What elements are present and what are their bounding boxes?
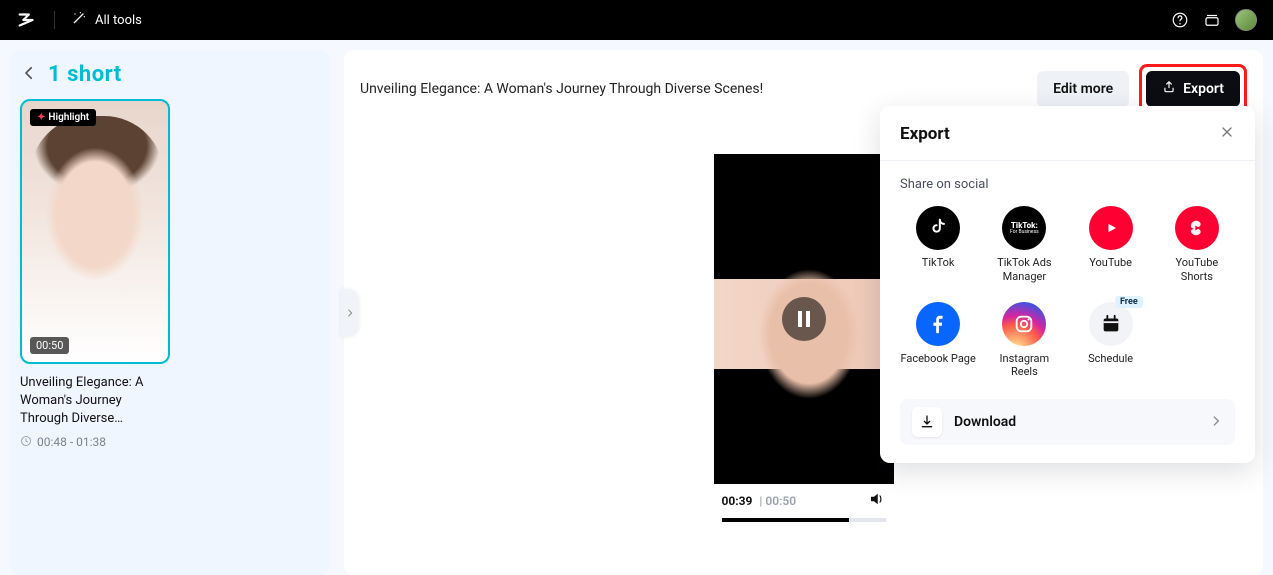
clip-card[interactable]: Highlight 00:50 Unveiling Elegance: A Wo… [20,99,170,450]
total-time: 00:50 [765,494,796,508]
export-button[interactable]: Export [1146,71,1240,107]
chevron-right-icon [1209,413,1223,432]
avatar[interactable] [1235,9,1257,31]
download-icon [912,407,942,437]
close-icon[interactable] [1219,124,1235,144]
volume-icon[interactable] [868,490,886,512]
pause-icon [798,311,810,327]
sidebar-header: 1 short [20,62,320,87]
clock-icon [20,435,32,450]
back-button[interactable] [20,64,38,86]
short-count: 1 short [48,62,122,87]
duration-badge: 00:50 [30,337,69,354]
facebook-icon [916,302,960,346]
export-panel: Export Share on social TikTok TikTok: [880,106,1255,463]
divider [54,11,55,29]
download-label: Download [954,414,1197,430]
tiktok-ads-icon: TikTok: For Business [1002,206,1046,250]
time-display: 00:39 | 00:50 [722,494,797,508]
magic-wand-icon [71,10,87,30]
progress-fill [722,518,850,522]
divider [880,160,1255,161]
youtube-icon [1089,206,1133,250]
export-icon [1162,80,1176,98]
sidebar: 1 short Highlight 00:50 Unveiling Elegan… [10,50,330,575]
app-logo[interactable] [16,9,38,31]
clip-thumbnail[interactable]: Highlight 00:50 [20,99,170,364]
edit-more-button[interactable]: Edit more [1037,71,1129,107]
clip-title: Unveiling Elegance: A Woman's Journey Th… [20,374,170,429]
share-facebook[interactable]: Facebook Page [900,302,976,380]
instagram-icon [1002,302,1046,346]
video-canvas[interactable] [714,154,894,484]
highlight-badge: Highlight [30,109,96,126]
clip-range-text: 00:48 - 01:38 [37,435,106,449]
share-on-social-label: Share on social [900,177,1235,192]
export-label: Export [1183,81,1224,97]
export-panel-title: Export [900,124,950,144]
help-icon[interactable] [1171,11,1189,29]
export-panel-header: Export [900,124,1235,144]
share-tiktok[interactable]: TikTok [900,206,976,284]
tiktok-icon [916,206,960,250]
share-youtube[interactable]: YouTube [1073,206,1149,284]
calendar-icon [1089,302,1133,346]
youtube-shorts-icon [1175,206,1219,250]
all-tools-button[interactable]: All tools [71,10,142,30]
free-badge: Free [1115,296,1143,308]
current-time: 00:39 [722,494,753,508]
share-youtube-shorts[interactable]: YouTube Shorts [1159,206,1235,284]
collapse-sidebar-handle[interactable] [341,289,359,337]
clip-range: 00:48 - 01:38 [20,435,170,450]
progress-bar[interactable] [722,518,886,522]
download-button[interactable]: Download [900,399,1235,445]
social-grid: TikTok TikTok: For Business TikTok Ads M… [900,206,1235,379]
video-title: Unveiling Elegance: A Woman's Journey Th… [360,81,763,97]
topbar-right [1171,9,1257,31]
share-schedule[interactable]: Free Schedule [1073,302,1149,380]
share-instagram[interactable]: Instagram Reels [986,302,1062,380]
player-controls: 00:39 | 00:50 [714,484,894,516]
share-tiktok-ads[interactable]: TikTok: For Business TikTok Ads Manager [986,206,1062,284]
content-panel: Unveiling Elegance: A Woman's Journey Th… [344,50,1263,575]
all-tools-label: All tools [95,13,142,28]
topbar-left: All tools [16,9,142,31]
topbar: All tools [0,0,1273,40]
projects-icon[interactable] [1203,11,1221,29]
pause-button[interactable] [782,297,826,341]
video-player: 00:39 | 00:50 [714,154,894,530]
main: 1 short Highlight 00:50 Unveiling Elegan… [0,40,1273,575]
